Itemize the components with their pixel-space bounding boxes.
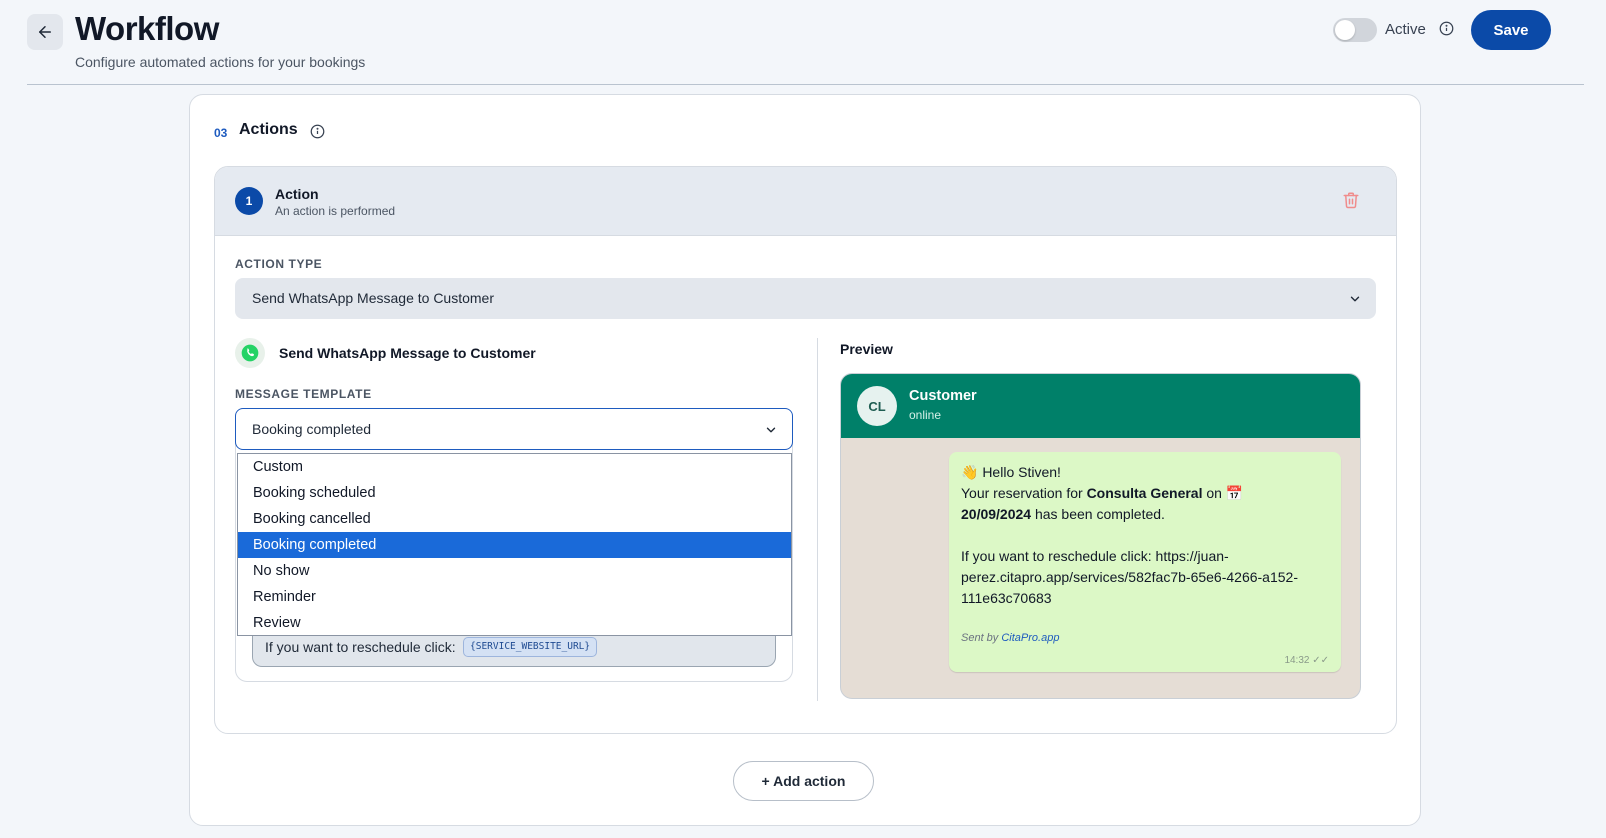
message-timestamp: 14:32 ✓✓ xyxy=(1284,655,1329,666)
sent-by: Sent by CitaPro.app xyxy=(961,632,1060,644)
section-title: Actions xyxy=(239,121,298,138)
template-option[interactable]: No show xyxy=(238,558,791,584)
info-icon[interactable] xyxy=(310,124,325,144)
action-subtitle: An action is performed xyxy=(275,204,396,218)
action-type-label: ACTION TYPE xyxy=(235,257,323,271)
contact-status: online xyxy=(909,408,942,422)
reschedule-line-3: 111e63c70683 xyxy=(961,590,1052,606)
completion-line: 20/09/2024 has been completed. xyxy=(961,506,1165,522)
info-icon[interactable] xyxy=(1439,21,1454,41)
contact-name: Customer xyxy=(909,388,977,404)
template-dropdown-list[interactable]: Custom Booking scheduled Booking cancelled… xyxy=(237,453,792,636)
column-divider xyxy=(817,338,818,701)
message-template-label: MESSAGE TEMPLATE xyxy=(235,387,372,401)
back-button[interactable] xyxy=(27,14,63,50)
header-divider xyxy=(27,84,1584,85)
message-text: If you want to reschedule click: xyxy=(265,639,456,655)
channel-title: Send WhatsApp Message to Customer xyxy=(279,345,536,361)
action-type-value: Send WhatsApp Message to Customer xyxy=(252,290,495,306)
template-option[interactable]: Review xyxy=(238,610,791,636)
avatar: CL xyxy=(857,386,897,426)
variable-chip[interactable]: {SERVICE_WEBSITE_URL} xyxy=(463,637,598,657)
arrow-left-icon xyxy=(39,26,51,38)
message-template-select[interactable]: Booking completed xyxy=(235,408,793,450)
message-bubble: 👋 Hello Stiven! Your reservation for Con… xyxy=(949,452,1341,672)
template-value: Booking completed xyxy=(252,421,372,437)
add-action-button[interactable]: + Add action xyxy=(733,761,874,801)
action-box: 1 Action An action is performed ACTION T… xyxy=(214,166,1397,734)
preview-label: Preview xyxy=(840,341,893,357)
chevron-down-icon xyxy=(1350,296,1360,302)
template-option[interactable]: Booking scheduled xyxy=(238,480,791,506)
action-header[interactable]: 1 Action An action is performed xyxy=(215,167,1396,236)
page-header: Workflow Configure automated actions for… xyxy=(0,0,1606,86)
save-button[interactable]: Save xyxy=(1471,10,1551,50)
action-number-badge: 1 xyxy=(235,187,263,215)
template-option[interactable]: Booking cancelled xyxy=(238,506,791,532)
step-number: 03 xyxy=(214,126,228,140)
greeting-line: 👋 Hello Stiven! xyxy=(961,464,1061,480)
template-option[interactable]: Booking completed xyxy=(238,532,791,558)
sent-by-link[interactable]: CitaPro.app xyxy=(1001,632,1059,644)
active-label: Active xyxy=(1385,21,1426,38)
reschedule-line-1: If you want to reschedule click: https:/… xyxy=(961,548,1229,564)
reservation-line: Your reservation for Consulta General on… xyxy=(961,485,1244,501)
reschedule-line-2: perez.citapro.app/services/582fac7b-65e6… xyxy=(961,569,1298,585)
active-toggle[interactable] xyxy=(1333,18,1377,42)
page-title: Workflow xyxy=(75,10,219,47)
page-subtitle: Configure automated actions for your boo… xyxy=(75,54,366,70)
template-option[interactable]: Custom xyxy=(238,454,791,480)
action-type-select[interactable]: Send WhatsApp Message to Customer xyxy=(235,278,1376,319)
whatsapp-preview: CL Customer online 👋 Hello Stiven! Your … xyxy=(840,373,1361,699)
chevron-down-icon xyxy=(766,427,776,433)
delete-action-button[interactable] xyxy=(1342,191,1360,214)
toggle-knob xyxy=(1335,20,1355,40)
trash-icon xyxy=(1343,192,1359,209)
whatsapp-icon xyxy=(235,338,265,368)
chat-header: CL Customer online xyxy=(841,374,1360,438)
action-title: Action xyxy=(275,186,319,202)
template-option[interactable]: Reminder xyxy=(238,584,791,610)
